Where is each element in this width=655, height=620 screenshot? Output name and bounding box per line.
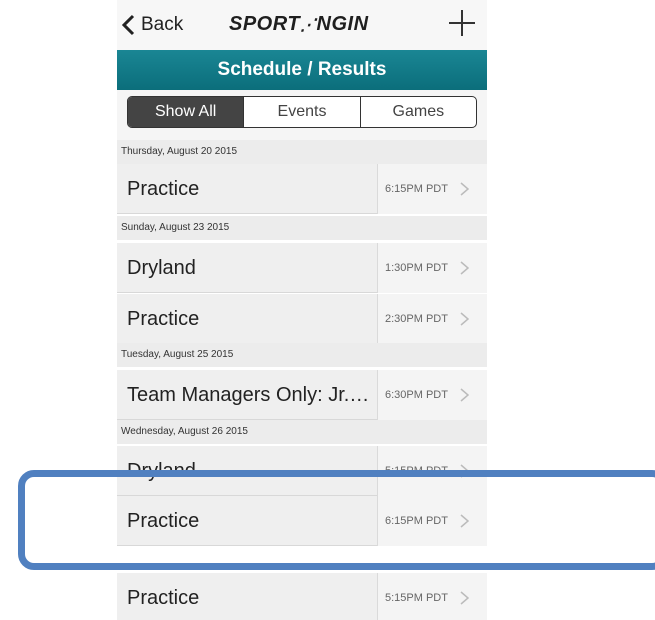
date-header: Wednesday, August 26 2015 (117, 420, 487, 444)
sportngin-logo: SPORT⋰NGIN (229, 13, 369, 35)
event-name: Dryland (127, 257, 196, 279)
add-plus-icon[interactable] (449, 10, 475, 36)
page-title: Schedule / Results (117, 50, 487, 90)
tab-games[interactable]: Games (359, 97, 476, 127)
highlight-callout (18, 470, 655, 570)
event-name: Practice (127, 178, 200, 200)
tab-show-all[interactable]: Show All (128, 97, 244, 127)
event-time: 1:30PM PDT (385, 262, 448, 274)
filter-bar: Show All Events Games (117, 90, 487, 140)
event-time: 6:15PM PDT (385, 183, 448, 195)
event-row[interactable]: Team Managers Only: Jr.… 6:30PM PDT (117, 370, 487, 420)
event-row[interactable]: Practice 6:15PM PDT (117, 164, 487, 214)
chevron-right-icon (460, 312, 470, 326)
date-header: Sunday, August 23 2015 (117, 216, 487, 240)
chevron-right-icon (460, 182, 470, 196)
date-header: Thursday, August 20 2015 (117, 140, 487, 164)
event-row[interactable]: Dryland 1:30PM PDT (117, 243, 487, 293)
back-button[interactable]: Back (121, 12, 183, 38)
event-name: Practice (127, 587, 200, 609)
event-time: 6:30PM PDT (385, 389, 448, 401)
filter-segmented-control: Show All Events Games (127, 96, 477, 128)
tab-events[interactable]: Events (243, 97, 359, 127)
event-name: Team Managers Only: Jr.… (127, 384, 370, 406)
back-label: Back (141, 14, 184, 35)
top-nav-bar: Back SPORT⋰NGIN (117, 0, 487, 50)
chevron-right-icon (460, 261, 470, 275)
event-row[interactable]: Practice 5:15PM PDT (117, 573, 487, 620)
chevron-right-icon (460, 591, 470, 605)
chevron-right-icon (460, 388, 470, 402)
event-time: 5:15PM PDT (385, 592, 448, 604)
event-name: Practice (127, 308, 200, 330)
event-row[interactable]: Practice 2:30PM PDT (117, 294, 487, 344)
date-header: Tuesday, August 25 2015 (117, 343, 487, 367)
chevron-left-icon (121, 14, 135, 36)
event-time: 2:30PM PDT (385, 313, 448, 325)
